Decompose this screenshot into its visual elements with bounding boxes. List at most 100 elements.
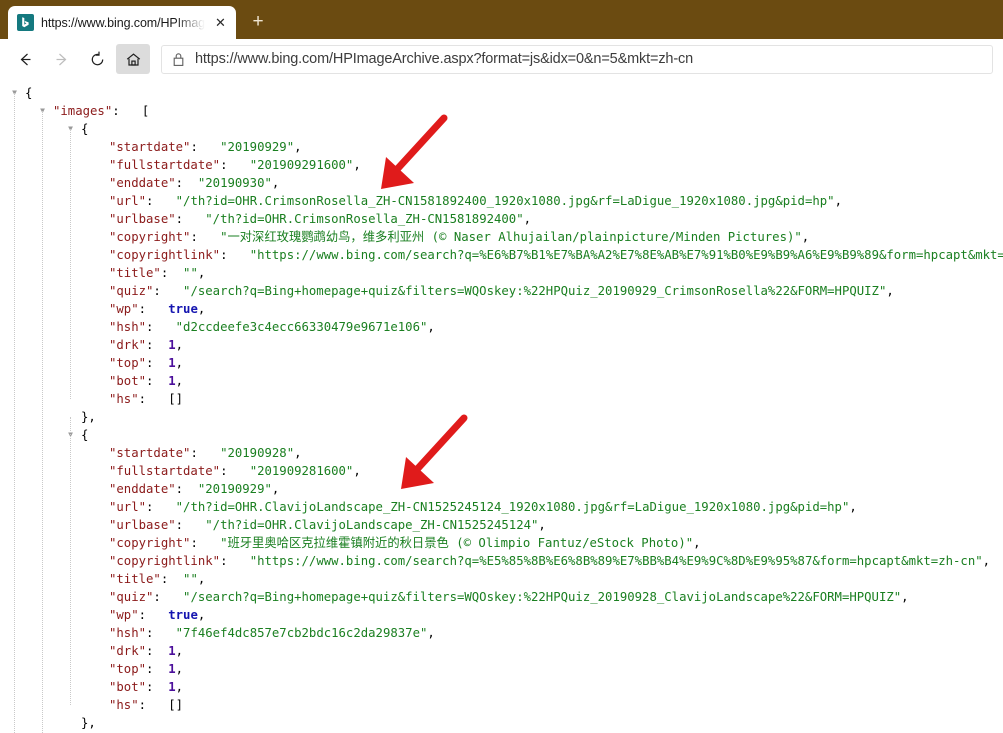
json-line: ▼{ [0,426,1003,444]
new-tab-button[interactable]: + [244,8,272,36]
json-line: "enddate": "20190930", [0,174,1003,192]
json-string-value: "/search?q=Bing+homepage+quiz&filters=WQ… [183,284,887,298]
json-line-content: "hsh": "d2ccdeefe3c4ecc66330479e9671e106… [0,318,435,336]
json-key: "urlbase" [109,518,176,532]
json-string-value: "班牙里奥哈区克拉维霍镇附近的秋日景色 (© Olimpio Fantuz/eS… [220,536,694,550]
json-line-content: "fullstartdate": "201909291600", [0,156,361,174]
json-punctuation: [] [168,392,184,406]
json-line: "urlbase": "/th?id=OHR.ClavijoLandscape_… [0,516,1003,534]
back-button[interactable] [8,44,42,74]
json-punctuation: : [153,590,184,604]
json-line-content: "startdate": "20190928", [0,444,302,462]
json-line: "quiz": "/search?q=Bing+homepage+quiz&fi… [0,588,1003,606]
json-punctuation: : [138,608,169,622]
bing-favicon [17,14,34,31]
json-key: "images" [53,104,113,118]
lock-icon [173,52,184,66]
address-bar[interactable]: https://www.bing.com/HPImageArchive.aspx… [161,44,993,74]
json-viewer: ▼{▼ "images": [▼{"startdate": "20190929",… [0,79,1003,733]
json-key: "bot" [109,680,147,694]
json-punctuation: : [146,374,169,388]
json-key: "urlbase" [109,212,176,226]
json-punctuation: , [886,284,894,298]
json-line-content: "copyrightlink": "https://www.bing.com/s… [0,246,1003,264]
json-line-content: "drk": 1, [0,336,183,354]
json-line-content: "fullstartdate": "201909281600", [0,462,361,480]
json-punctuation: , [982,554,991,568]
json-punctuation: : [220,248,250,262]
json-punctuation: : [146,662,169,676]
reload-button[interactable] [80,44,114,74]
json-line-content: "quiz": "/search?q=Bing+homepage+quiz&fi… [0,282,894,300]
json-punctuation: , [849,500,857,514]
json-punctuation: : [146,680,169,694]
forward-button[interactable] [44,44,78,74]
indent-guide [70,417,71,705]
json-string-value: "d2ccdeefe3c4ecc66330479e9671e106" [175,320,428,334]
json-key: "fullstartdate" [109,158,221,172]
json-punctuation: , [901,590,909,604]
browser-tab-active[interactable]: https://www.bing.com/HPImage ✕ [8,6,236,39]
close-icon[interactable]: ✕ [212,14,229,31]
json-line: "copyright": "一对深红玫瑰鹦鹉幼鸟，维多利亚州 (© Naser … [0,228,1003,246]
json-number-value: 1 [168,680,176,694]
json-punctuation: }, [81,716,96,730]
json-boolean-value: true [168,302,198,316]
json-punctuation: : [190,140,221,154]
json-punctuation: , [427,626,435,640]
json-punctuation: , [175,338,184,352]
json-punctuation: : [ [112,104,150,118]
json-line: "hs": [] [0,696,1003,714]
json-key: "hs" [109,698,139,712]
home-button[interactable] [116,44,150,74]
json-punctuation: , [175,644,184,658]
json-number-value: 1 [168,662,176,676]
json-line-content: "top": 1, [0,660,183,678]
json-line: "hsh": "7f46ef4dc857e7cb2bdc16c2da29837e… [0,624,1003,642]
json-number-value: 1 [168,356,176,370]
json-string-value: "20190930" [197,176,272,190]
json-punctuation: : [190,230,221,244]
json-key: "fullstartdate" [109,464,221,478]
json-line-content: "top": 1, [0,354,183,372]
json-line-content: "copyright": "一对深红玫瑰鹦鹉幼鸟，维多利亚州 (© Naser … [0,228,809,246]
json-line: ▼ "images": [ [0,102,1003,120]
json-punctuation: { [25,86,33,100]
json-line: "top": 1, [0,354,1003,372]
json-line-content: "drk": 1, [0,642,183,660]
json-string-value: "201909281600" [249,464,354,478]
arrow-right-icon [56,53,66,65]
json-punctuation: : [220,158,250,172]
json-line-content: "bot": 1, [0,678,183,696]
json-string-value: "20190929" [220,140,295,154]
json-key: "copyright" [109,536,191,550]
json-punctuation: , [197,266,206,280]
json-tree: ▼{▼ "images": [▼{"startdate": "20190929",… [0,84,1003,733]
json-line: "wp": true, [0,300,1003,318]
json-string-value: "/th?id=OHR.CrimsonRosella_ZH-CN15818924… [205,212,524,226]
json-punctuation: : [146,356,169,370]
json-string-value: "7f46ef4dc857e7cb2bdc16c2da29837e" [175,626,428,640]
json-punctuation: , [175,662,184,676]
json-line: "wp": true, [0,606,1003,624]
json-string-value: "" [183,266,198,280]
json-string-value: "https://www.bing.com/search?q=%E5%85%8B… [249,554,983,568]
json-punctuation: : [190,446,221,460]
json-key: "url" [109,500,147,514]
json-punctuation: : [175,518,206,532]
json-string-value: "/th?id=OHR.CrimsonRosella_ZH-CN15818924… [175,194,835,208]
json-line-content: "url": "/th?id=OHR.CrimsonRosella_ZH-CN1… [0,192,842,210]
json-punctuation: , [834,194,842,208]
json-key: "top" [109,356,147,370]
json-punctuation: , [197,302,206,316]
browser-window: https://www.bing.com/HPImage ✕ + https:/… [0,0,1003,733]
json-line-content: "url": "/th?id=OHR.ClavijoLandscape_ZH-C… [0,498,857,516]
json-line-content: "urlbase": "/th?id=OHR.CrimsonRosella_ZH… [0,210,531,228]
json-string-value: "201909291600" [249,158,354,172]
json-line: "bot": 1, [0,372,1003,390]
json-number-value: 1 [168,644,176,658]
json-line: ▼{ [0,120,1003,138]
json-punctuation: , [693,536,701,550]
json-line-content: "startdate": "20190929", [0,138,302,156]
json-key: "copyright" [109,230,191,244]
